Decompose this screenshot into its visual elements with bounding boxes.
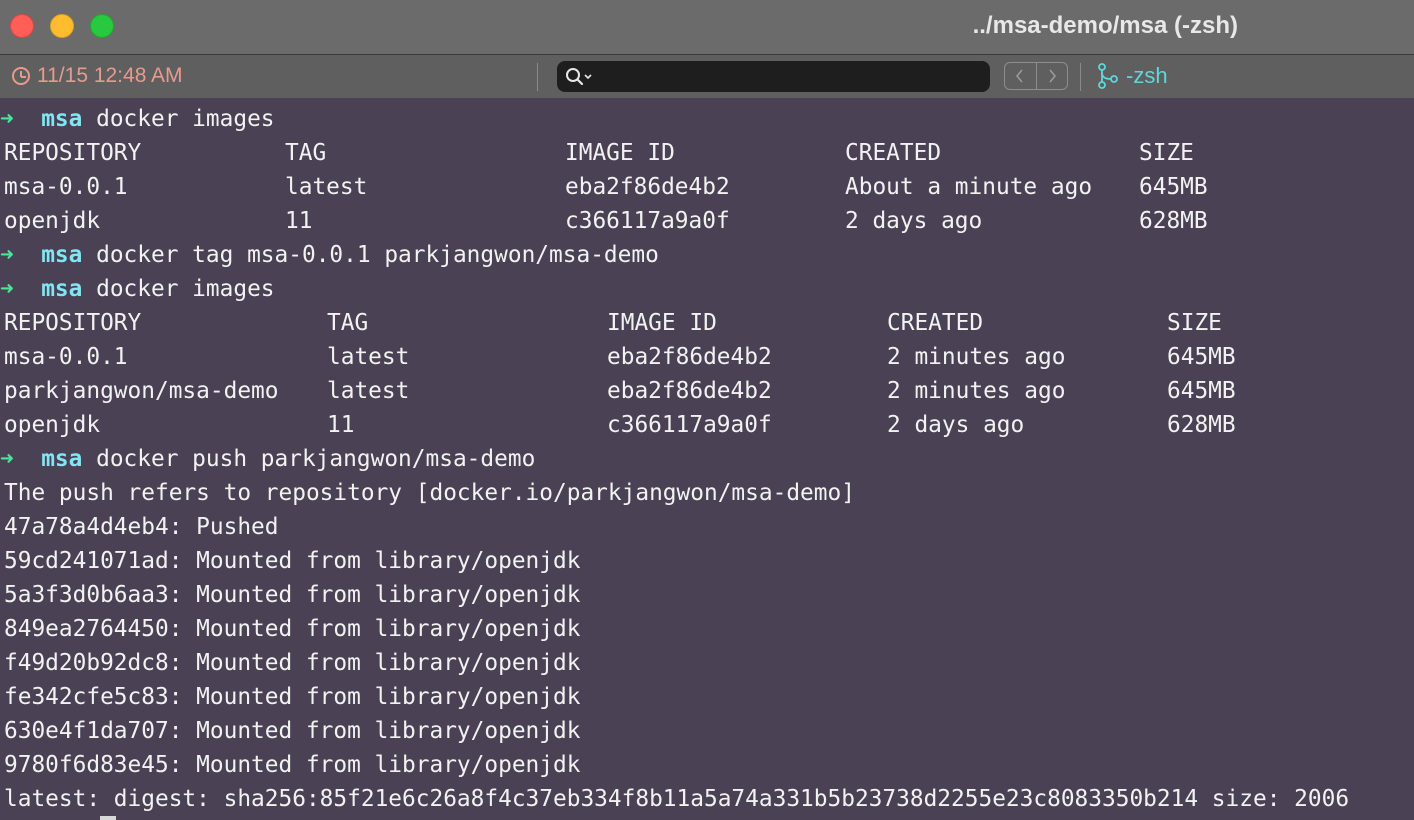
window-title: ../msa-demo/msa (-zsh): [972, 12, 1238, 39]
prompt-line: ➜ msa docker push parkjangwon/msa-demo: [0, 442, 535, 476]
clock-text: 11/15 12:48 AM: [37, 64, 183, 87]
output-line: 849ea2764450: Mounted from library/openj…: [4, 616, 581, 642]
table-cell: msa-0.0.1: [4, 344, 128, 370]
output-line: latest: digest: sha256:85f21e6c26a8f4c37…: [4, 786, 1350, 812]
table-cell: parkjangwon/msa-demo: [4, 378, 279, 404]
table-cell: 2 minutes ago: [887, 344, 1066, 370]
column-header: IMAGE ID: [565, 140, 675, 166]
output-line: f49d20b92dc8: Mounted from library/openj…: [4, 650, 581, 676]
table-row: msa-0.0.1 latest eba2f86de4b2 2 minutes …: [0, 340, 1414, 374]
text-cursor: [100, 816, 116, 820]
output-line: 5a3f3d0b6aa3: Mounted from library/openj…: [4, 582, 581, 608]
output-line: 59cd241071ad: Mounted from library/openj…: [4, 548, 581, 574]
column-header: SIZE: [1139, 140, 1194, 166]
table-cell: eba2f86de4b2: [565, 174, 730, 200]
column-header: CREATED: [845, 140, 942, 166]
prompt-arrow: ➜: [0, 276, 14, 302]
table-row: msa-0.0.1 latest eba2f86de4b2 About a mi…: [0, 170, 1414, 204]
prompt-line: ➜ msa docker images: [0, 272, 275, 306]
column-header: REPOSITORY: [4, 310, 142, 336]
column-header: TAG: [285, 140, 327, 166]
column-header: REPOSITORY: [4, 140, 142, 166]
table-cell: 628MB: [1167, 412, 1236, 438]
table-cell: latest: [327, 378, 410, 404]
table-header: REPOSITORY TAG IMAGE ID CREATED SIZE: [0, 306, 1414, 340]
output-line: The push refers to repository [docker.io…: [4, 480, 855, 506]
command-text: docker tag msa-0.0.1 parkjangwon/msa-dem…: [96, 242, 659, 268]
table-cell: latest: [285, 174, 368, 200]
table-cell: openjdk: [4, 208, 101, 234]
table-cell: eba2f86de4b2: [607, 378, 772, 404]
search-icon[interactable]: [565, 67, 595, 87]
previous-match-button[interactable]: [1005, 63, 1036, 89]
terminal-window: ../msa-demo/msa (-zsh) 11/15 12:48 AM -z…: [0, 0, 1414, 820]
table-cell: About a minute ago: [845, 174, 1093, 200]
divider: [537, 63, 538, 91]
table-cell: 628MB: [1139, 208, 1208, 234]
table-cell: 2 minutes ago: [887, 378, 1066, 404]
chevron-left-icon: [1016, 69, 1023, 83]
divider: [1080, 63, 1081, 91]
table-cell: eba2f86de4b2: [607, 344, 772, 370]
table-cell: c366117a9a0f: [607, 412, 772, 438]
table-row: parkjangwon/msa-demo latest eba2f86de4b2…: [0, 374, 1414, 408]
title-bar[interactable]: ../msa-demo/msa (-zsh): [0, 0, 1414, 55]
clock-icon: [12, 67, 30, 85]
table-cell: 11: [327, 412, 355, 438]
output-line: 47a78a4d4eb4: Pushed: [4, 514, 279, 540]
table-cell: 645MB: [1167, 378, 1236, 404]
next-match-button[interactable]: [1035, 63, 1068, 89]
prompt-directory: msa: [41, 276, 83, 302]
table-cell: latest: [327, 344, 410, 370]
job-name: -zsh: [1126, 63, 1168, 88]
job-indicator: -zsh: [1097, 63, 1168, 89]
command-text: docker push parkjangwon/msa-demo: [96, 446, 536, 472]
output-line: fe342cfe5c83: Mounted from library/openj…: [4, 684, 581, 710]
search-field[interactable]: [557, 61, 990, 92]
prompt-arrow: ➜: [0, 106, 14, 132]
status-bar: 11/15 12:48 AM -zsh: [0, 55, 1414, 98]
table-cell: 2 days ago: [887, 412, 1025, 438]
command-text: docker images: [96, 106, 275, 132]
table-cell: 2 days ago: [845, 208, 983, 234]
table-header: REPOSITORY TAG IMAGE ID CREATED SIZE: [0, 136, 1414, 170]
chevron-right-icon: [1049, 69, 1056, 83]
table-cell: 645MB: [1139, 174, 1208, 200]
branch-icon: [1098, 63, 1118, 89]
command-text: docker images: [96, 276, 275, 302]
close-window-button[interactable]: [10, 14, 34, 38]
zoom-window-button[interactable]: [90, 14, 114, 38]
table-cell: msa-0.0.1: [4, 174, 128, 200]
prompt-line: ➜ msa docker tag msa-0.0.1 parkjangwon/m…: [0, 238, 659, 272]
prompt-arrow: ➜: [0, 446, 14, 472]
column-header: CREATED: [887, 310, 984, 336]
output-line: 9780f6d83e45: Mounted from library/openj…: [4, 752, 581, 778]
column-header: SIZE: [1167, 310, 1222, 336]
table-cell: 645MB: [1167, 344, 1236, 370]
prompt-arrow: ➜: [0, 242, 14, 268]
terminal-output[interactable]: ➜ msa docker images REPOSITORY TAG IMAGE…: [0, 98, 1414, 820]
prompt-directory: msa: [41, 242, 83, 268]
table-row: openjdk 11 c366117a9a0f 2 days ago 628MB: [0, 204, 1414, 238]
minimize-window-button[interactable]: [50, 14, 74, 38]
column-header: IMAGE ID: [607, 310, 717, 336]
table-cell: 11: [285, 208, 313, 234]
output-line: 630e4f1da707: Mounted from library/openj…: [4, 718, 581, 744]
prompt-directory: msa: [41, 106, 83, 132]
table-cell: c366117a9a0f: [565, 208, 730, 234]
clock-widget: 11/15 12:48 AM: [12, 64, 183, 88]
column-header: TAG: [327, 310, 369, 336]
prompt-directory: msa: [41, 446, 83, 472]
search-navigation: [1004, 62, 1068, 90]
prompt-line: ➜ msa docker images: [0, 102, 275, 136]
table-row: openjdk 11 c366117a9a0f 2 days ago 628MB: [0, 408, 1414, 442]
table-cell: openjdk: [4, 412, 101, 438]
